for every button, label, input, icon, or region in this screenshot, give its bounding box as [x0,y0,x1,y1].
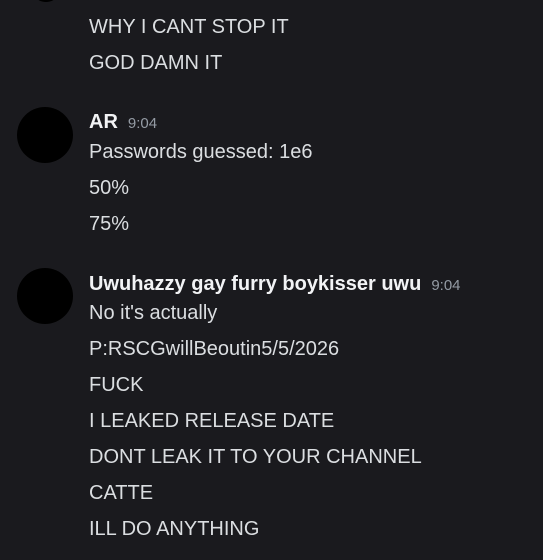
avatar-partial[interactable] [36,0,56,2]
message-line: 75% [89,213,130,235]
message-line: I LEAKED RELEASE DATE [89,410,335,432]
username-ar[interactable]: AR [89,110,118,134]
message-line: P:RSCGwillBeoutin5/5/2026 [89,338,340,360]
avatar-uwuhazzy[interactable] [17,268,73,324]
message-line: CATTE [89,482,154,504]
message-line: ILL DO ANYTHING [89,518,260,540]
message-line: Passwords guessed: 1e6 [89,141,313,163]
avatar-ar[interactable] [17,107,73,163]
message-line: 50% [89,177,130,199]
message-header-uwuhazzy: Uwuhazzy gay furry boykisser uwu 9:04 [89,272,461,298]
message-line: FUCK [89,374,144,396]
timestamp-ar[interactable]: 9:04 [128,112,157,136]
timestamp-uwuhazzy[interactable]: 9:04 [431,274,460,298]
username-uwuhazzy[interactable]: Uwuhazzy gay furry boykisser uwu [89,272,421,296]
message-line: WHY I CANT STOP IT [89,16,289,38]
message-line: No it's actually [89,302,218,324]
message-header-ar: AR 9:04 [89,110,157,136]
message-line: GOD DAMN IT [89,52,223,74]
message-line: DONT LEAK IT TO YOUR CHANNEL [89,446,422,468]
